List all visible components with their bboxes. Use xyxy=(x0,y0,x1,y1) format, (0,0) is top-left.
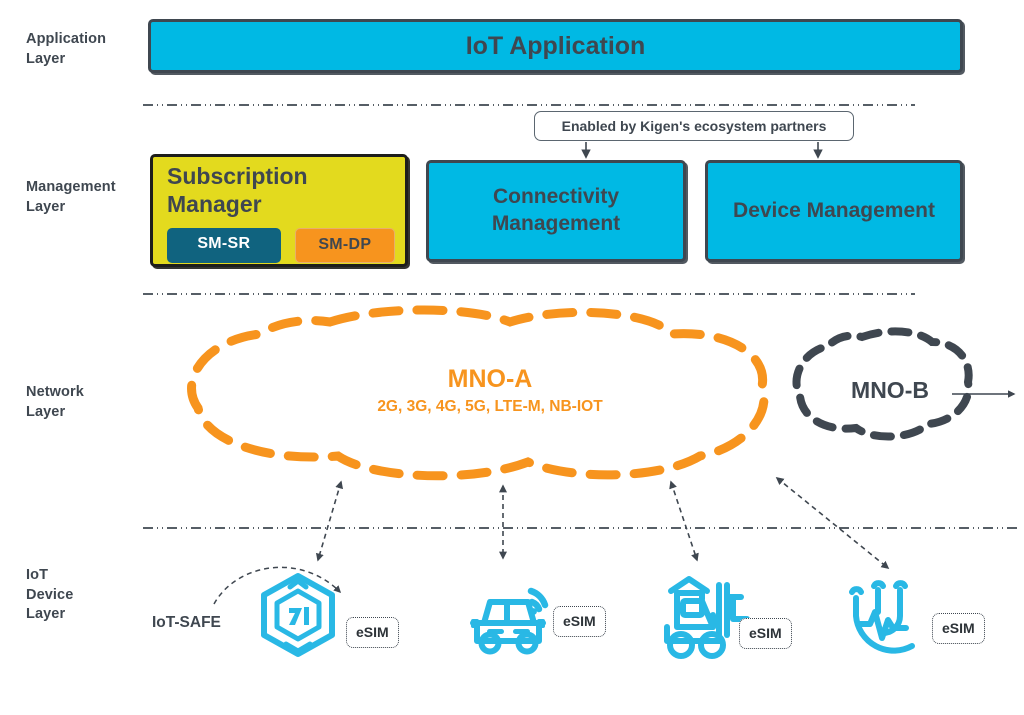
chip-sm-sr[interactable]: SM-SR xyxy=(167,228,281,264)
esim-badge: eSIM xyxy=(932,613,985,644)
mno-b-cloud-label: MNO-B xyxy=(800,377,980,404)
subscription-manager-chips: SM-SR SM-DP xyxy=(163,228,395,264)
device-medical-monitor[interactable]: eSIM xyxy=(848,576,985,662)
hexagon-shield-kigen-icon xyxy=(261,573,335,657)
iot-application-box[interactable]: IoT Application xyxy=(148,19,963,73)
device-secure-element[interactable]: eSIM xyxy=(256,572,399,658)
mno-b-name: MNO-B xyxy=(851,377,929,403)
device-forklift[interactable]: eSIM xyxy=(655,575,792,663)
device-connected-car[interactable]: eSIM xyxy=(461,563,606,659)
mno-a-cloud xyxy=(187,305,769,481)
esim-badge: eSIM xyxy=(553,606,606,637)
esim-badge: eSIM xyxy=(739,618,792,649)
layer-label-device: IoT Device Layer xyxy=(26,567,74,623)
subscription-manager-box[interactable]: Subscription Manager SM-SR SM-DP xyxy=(150,154,408,267)
link-cloud-device-4 xyxy=(775,476,890,570)
esim-badge: eSIM xyxy=(346,617,399,648)
connected-car-icon xyxy=(470,587,549,655)
connectivity-management-box[interactable]: Connectivity Management xyxy=(426,160,686,262)
link-cloud-device-1 xyxy=(315,480,344,562)
link-cloud-device-3 xyxy=(669,480,699,562)
chip-sm-dp[interactable]: SM-DP xyxy=(294,228,395,264)
subscription-manager-title: Subscription Manager xyxy=(167,163,308,217)
mno-a-name: MNO-A xyxy=(447,365,533,393)
mno-a-cloud-label: MNO-A 2G, 3G, 4G, 5G, LTE-M, NB-IOT xyxy=(300,365,680,416)
layer-label-management: Management Layer xyxy=(26,179,116,215)
layer-label-application: Application Layer xyxy=(26,31,107,67)
iot-safe-label: IoT-SAFE xyxy=(152,614,221,631)
device-management-box[interactable]: Device Management xyxy=(705,160,963,262)
stethoscope-heartbeat-icon xyxy=(849,580,915,654)
mno-b-cloud xyxy=(792,327,973,441)
layer-label-network: Network Layer xyxy=(26,384,84,420)
mno-a-technologies: 2G, 3G, 4G, 5G, LTE-M, NB-IOT xyxy=(377,397,603,415)
partner-note: Enabled by Kigen's ecosystem partners xyxy=(534,111,854,141)
diagram-canvas: Application Layer Management Layer Netwo… xyxy=(0,0,1024,715)
